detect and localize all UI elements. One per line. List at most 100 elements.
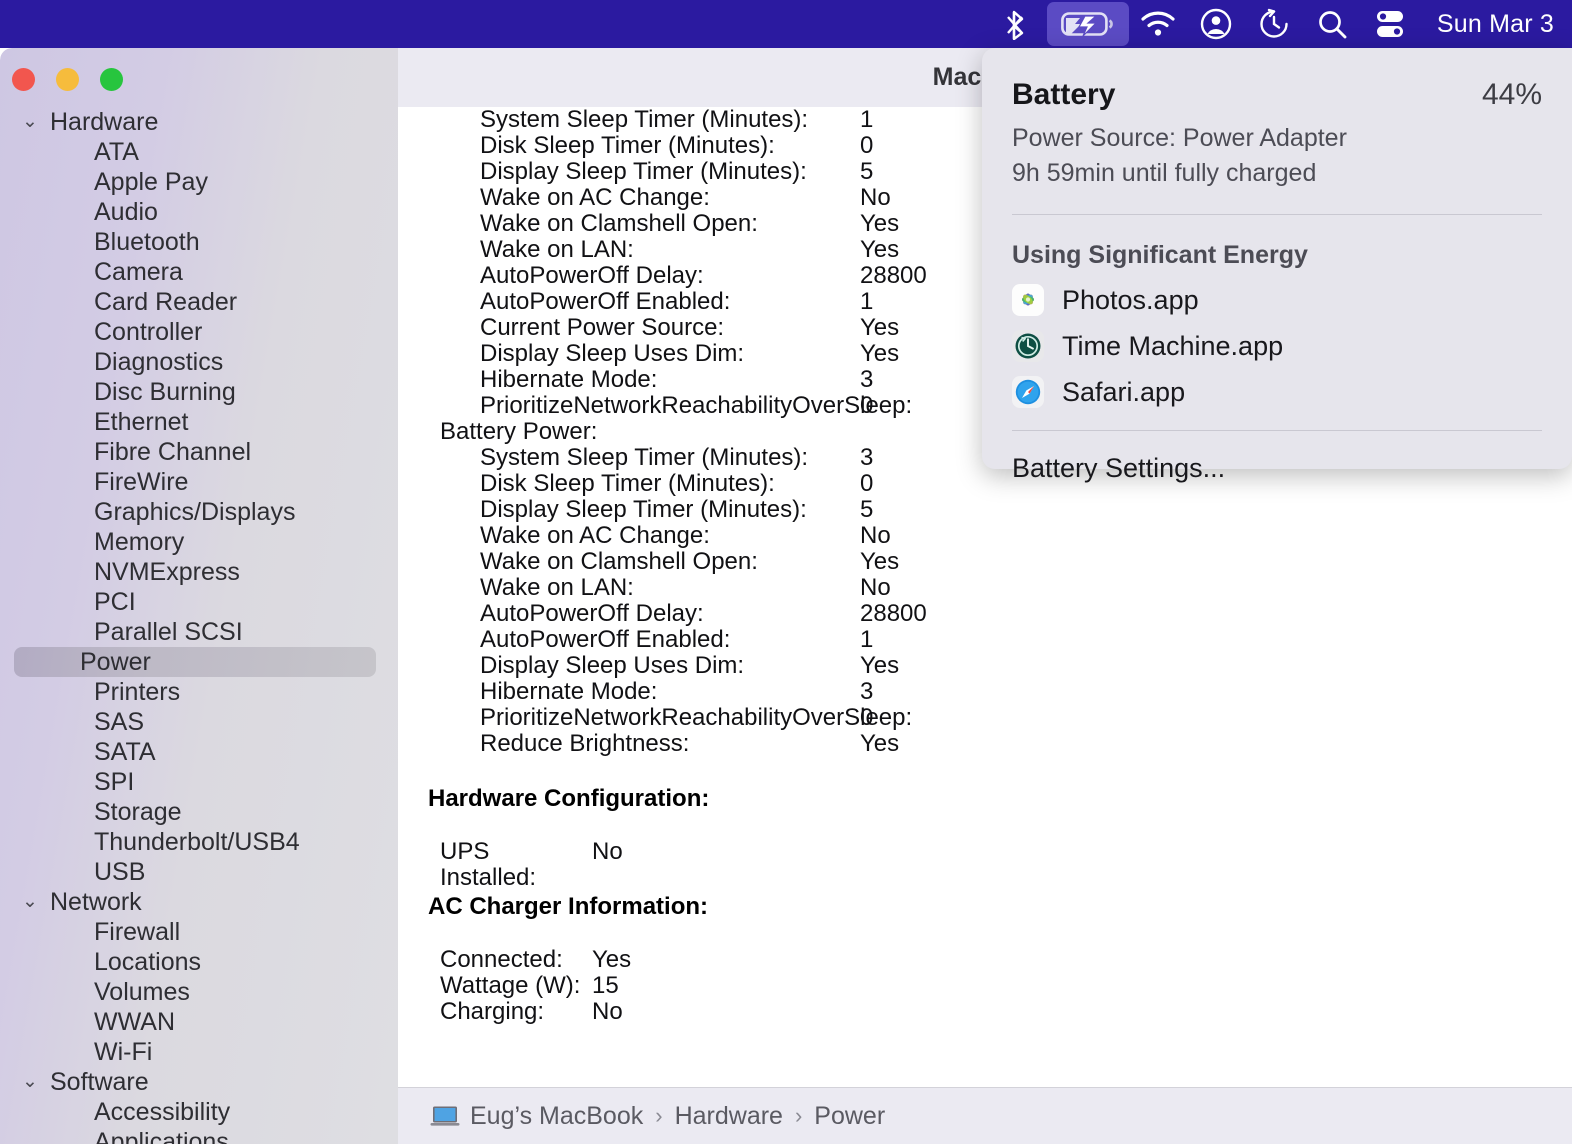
report-row-value: 1 [860,288,874,315]
sidebar-item-ata[interactable]: ATA [14,137,376,167]
report-row-key: Hibernate Mode: [480,366,658,393]
report-row: Wake on Clamshell Open: Yes [410,549,1572,575]
sidebar-item-apple-pay[interactable]: Apple Pay [14,167,376,197]
account-icon[interactable] [1187,2,1245,46]
control-center-icon[interactable] [1361,2,1419,46]
breadcrumb: Eug’s MacBook › Hardware › Power [398,1087,1572,1144]
report-row-value: 15 [592,972,619,999]
zoom-button[interactable] [100,68,123,91]
report-row-value: 5 [860,158,874,185]
sidebar-item-usb[interactable]: USB [14,857,376,887]
charge-estimate-label: 9h 59min until fully charged [1012,159,1317,187]
chevron-down-icon[interactable]: ⌄ [22,1070,44,1093]
window-controls [0,48,398,91]
report-row-key: Wake on AC Change: [480,184,710,211]
sidebar-item-accessibility[interactable]: Accessibility [14,1097,376,1127]
report-row-key: PrioritizeNetworkReachabilityOverSleep: [480,392,913,419]
report-row: Display Sleep Timer (Minutes): 5 [410,497,1572,523]
sidebar-item-firewire[interactable]: FireWire [14,467,376,497]
report-row: Wake on LAN: No [410,575,1572,601]
report-row-key: Disk Sleep Timer (Minutes): [480,132,775,159]
breadcrumb-device[interactable]: Eug’s MacBook [470,1102,643,1131]
sidebar-item-pci[interactable]: PCI [14,587,376,617]
report-row-key: Hibernate Mode: [480,678,658,705]
battery-settings-menu-item[interactable]: Battery Settings... [1012,453,1542,484]
chevron-down-icon[interactable]: ⌄ [22,890,44,913]
sidebar-item-audio[interactable]: Audio [14,197,376,227]
sidebar-group-software[interactable]: ⌄ Software [0,1067,398,1097]
report-row-key: Display Sleep Timer (Minutes): [480,158,807,185]
significant-energy-heading: Using Significant Energy [1012,241,1308,269]
breadcrumb-category[interactable]: Hardware [675,1102,783,1131]
time-machine-icon[interactable] [1245,2,1303,46]
sidebar-item-wwan[interactable]: WWAN [14,1007,376,1037]
sidebar-group-network[interactable]: ⌄ Network [0,887,398,917]
battery-icon[interactable] [1046,2,1129,46]
wifi-icon[interactable] [1129,2,1187,46]
safari-app-icon [1012,376,1044,408]
minimize-button[interactable] [56,68,79,91]
significant-energy-app-item[interactable]: Safari.app [1012,376,1542,408]
battery-panel-title: Battery [1012,78,1116,111]
report-row-key: Display Sleep Uses Dim: [480,652,745,679]
sidebar-item-storage[interactable]: Storage [14,797,376,827]
bluetooth-icon[interactable] [989,2,1047,46]
report-row-key: Wake on AC Change: [480,522,710,549]
battery-panel-header: Battery 44% [1012,48,1542,112]
sidebar-item-camera[interactable]: Camera [14,257,376,287]
sidebar-item-disc-burning[interactable]: Disc Burning [14,377,376,407]
sidebar-group-label: Network [50,887,142,916]
menu-bar-clock[interactable]: Sun Mar 3 [1437,10,1554,39]
sidebar-item-sas[interactable]: SAS [14,707,376,737]
sidebar-group-label: Hardware [50,107,159,136]
sidebar-item-spi[interactable]: SPI [14,767,376,797]
sidebar-item-wi-fi[interactable]: Wi-Fi [14,1037,376,1067]
sidebar-item-fibre-channel[interactable]: Fibre Channel [14,437,376,467]
report-row-value: 0 [860,470,874,497]
sidebar-item-memory[interactable]: Memory [14,527,376,557]
sidebar-item-firewall[interactable]: Firewall [14,917,376,947]
report-row-key: Wake on Clamshell Open: [480,548,758,575]
sidebar-item-ethernet[interactable]: Ethernet [14,407,376,437]
report-row-key: Disk Sleep Timer (Minutes): [480,470,775,497]
sidebar-item-nvmexpress[interactable]: NVMExpress [14,557,376,587]
sidebar-item-controller[interactable]: Controller [14,317,376,347]
photos-app-icon [1012,284,1044,316]
report-row-value: No [592,838,623,865]
sidebar-item-applications[interactable]: Applications [14,1127,376,1144]
breadcrumb-leaf[interactable]: Power [814,1102,885,1131]
significant-energy-app-item[interactable]: Photos.app [1012,284,1542,316]
report-row-value: 0 [860,132,874,159]
report-row: Connected: Yes [410,947,1572,973]
significant-energy-app-name: Safari.app [1062,376,1186,407]
report-row-key: Wake on LAN: [480,574,634,601]
sidebar-item-bluetooth[interactable]: Bluetooth [14,227,376,257]
report-row-key: UPS Installed: [440,838,537,891]
report-row-value: 0 [860,704,874,731]
report-row-key: PrioritizeNetworkReachabilityOverSleep: [480,704,913,731]
chevron-down-icon[interactable]: ⌄ [22,110,44,133]
sidebar-item-locations[interactable]: Locations [14,947,376,977]
sidebar-item-printers[interactable]: Printers [14,677,376,707]
sidebar-item-sata[interactable]: SATA [14,737,376,767]
sidebar-item-parallel-scsi[interactable]: Parallel SCSI [14,617,376,647]
report-row-key: AutoPowerOff Delay: [480,262,704,289]
report-row-value: 3 [860,678,874,705]
report-row-value: 28800 [860,600,927,627]
sidebar-item-thunderbolt-usb4[interactable]: Thunderbolt/USB4 [14,827,376,857]
report-row-key: AutoPowerOff Enabled: [480,288,731,315]
sidebar-group-hardware[interactable]: ⌄ Hardware [0,107,398,137]
sidebar-item-card-reader[interactable]: Card Reader [14,287,376,317]
close-button[interactable] [12,68,35,91]
report-row-key: Display Sleep Uses Dim: [480,340,745,367]
panel-divider-bottom [1012,430,1542,431]
sidebar-tree: ⌄ Hardware ATA Apple Pay Audio Bluetooth Camer… [0,107,398,1144]
sidebar-item-diagnostics[interactable]: Diagnostics [14,347,376,377]
search-icon[interactable] [1303,2,1361,46]
sidebar-item-volumes[interactable]: Volumes [14,977,376,1007]
window-title: Mac [932,63,982,91]
significant-energy-app-item[interactable]: Time Machine.app [1012,330,1542,362]
sidebar-item-power[interactable]: Power [14,647,376,677]
sidebar-item-graphics-displays[interactable]: Graphics/Displays [14,497,376,527]
report-row-key: Reduce Brightness: [480,730,690,757]
